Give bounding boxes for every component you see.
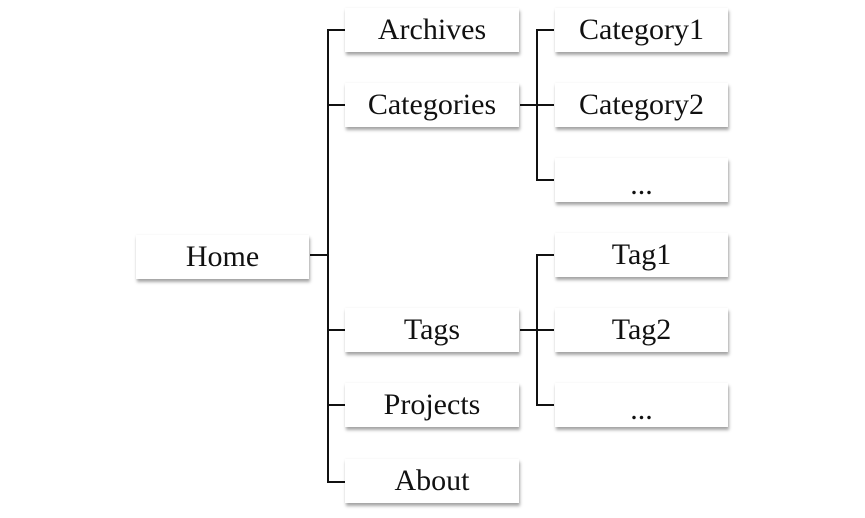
node-tags[interactable]: Tags [345, 308, 519, 352]
node-about[interactable]: About [345, 459, 519, 503]
node-label: Archives [377, 13, 487, 46]
node-label: Tag1 [611, 238, 672, 271]
connector-tag2 [536, 329, 554, 331]
node-tag2[interactable]: Tag2 [555, 308, 728, 352]
connector-category2 [536, 104, 554, 106]
node-label: Category2 [579, 88, 704, 121]
node-label: Projects [383, 388, 481, 421]
node-tag1[interactable]: Tag1 [555, 233, 728, 277]
node-tag-more[interactable]: ... [555, 383, 728, 427]
connector-projects [327, 404, 345, 406]
connector-about [327, 481, 345, 483]
connector-tag1 [536, 254, 554, 256]
connector-archives [327, 29, 345, 31]
node-home[interactable]: Home [136, 235, 309, 279]
connector-trunk-level1 [327, 29, 329, 483]
connector-category1 [536, 29, 554, 31]
connector-tag-more [536, 404, 554, 406]
node-category1[interactable]: Category1 [555, 8, 728, 52]
node-label: Categories [367, 88, 497, 121]
node-label: About [394, 464, 470, 497]
node-label: Home [185, 240, 260, 273]
node-label: Tags [403, 313, 461, 346]
node-label: ... [630, 168, 653, 201]
connector-categories [327, 104, 345, 106]
node-categories[interactable]: Categories [345, 83, 519, 127]
connector-category-more [536, 179, 554, 181]
node-category2[interactable]: Category2 [555, 83, 728, 127]
node-projects[interactable]: Projects [345, 383, 519, 427]
node-category-more[interactable]: ... [555, 158, 728, 202]
connector-tags [327, 329, 345, 331]
node-label: ... [630, 393, 653, 426]
node-archives[interactable]: Archives [345, 8, 519, 52]
node-label: Tag2 [611, 313, 672, 346]
node-label: Category1 [579, 13, 704, 46]
